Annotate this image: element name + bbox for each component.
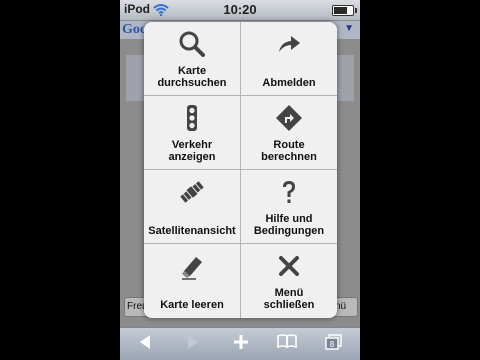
search-icon xyxy=(144,30,240,58)
help-icon xyxy=(241,178,337,206)
add-icon[interactable] xyxy=(230,334,252,356)
menu-item-clear-map[interactable]: Karte leeren xyxy=(144,244,240,317)
menu-item-logout[interactable]: Abmelden xyxy=(241,22,337,95)
menu-item-label: Verkehr anzeigen xyxy=(168,139,216,163)
menu-item-close-menu[interactable]: Menü schließen xyxy=(241,244,337,317)
arrow-icon xyxy=(241,30,337,58)
status-bar: iPod 10:20 xyxy=(120,0,360,21)
menu-item-label: Hilfe und Bedingungen xyxy=(253,213,325,237)
back-icon[interactable] xyxy=(134,334,156,356)
menu-item-label: Karte durchsuchen xyxy=(157,65,227,89)
battery-level xyxy=(334,7,347,14)
menu-item-satellite-view[interactable]: Satellitenansicht xyxy=(144,170,240,243)
menu-item-label: Menü schließen xyxy=(263,287,315,311)
chevron-down-icon[interactable]: ▼ xyxy=(344,23,354,34)
menu-item-search-map[interactable]: Karte durchsuchen xyxy=(144,22,240,95)
menu-item-help-terms[interactable]: Hilfe und Bedingungen xyxy=(241,170,337,243)
forward-icon[interactable] xyxy=(182,334,204,356)
bookmarks-icon[interactable] xyxy=(276,334,298,356)
clock: 10:20 xyxy=(223,2,257,17)
menu-item-label: Karte leeren xyxy=(160,299,224,311)
satellite-icon xyxy=(144,178,240,206)
menu-item-calculate-route[interactable]: Route berechnen xyxy=(241,96,337,169)
menu-item-show-traffic[interactable]: Verkehr anzeigen xyxy=(144,96,240,169)
eraser-icon xyxy=(144,252,240,280)
menu-item-label: Satellitenansicht xyxy=(148,225,236,237)
pages-icon[interactable]: 8 xyxy=(323,334,345,356)
close-icon xyxy=(241,252,337,280)
battery-icon xyxy=(332,5,357,16)
menu-item-label: Route berechnen xyxy=(261,139,317,163)
route-sign-icon xyxy=(241,104,337,132)
browser-toolbar: 8 xyxy=(120,327,360,360)
pages-count: 8 xyxy=(330,340,335,349)
map-menu: Karte durchsuchen Abmelden Verkehr anzei… xyxy=(144,22,337,318)
menu-item-label: Abmelden xyxy=(262,77,316,89)
traffic-light-icon xyxy=(144,104,240,132)
